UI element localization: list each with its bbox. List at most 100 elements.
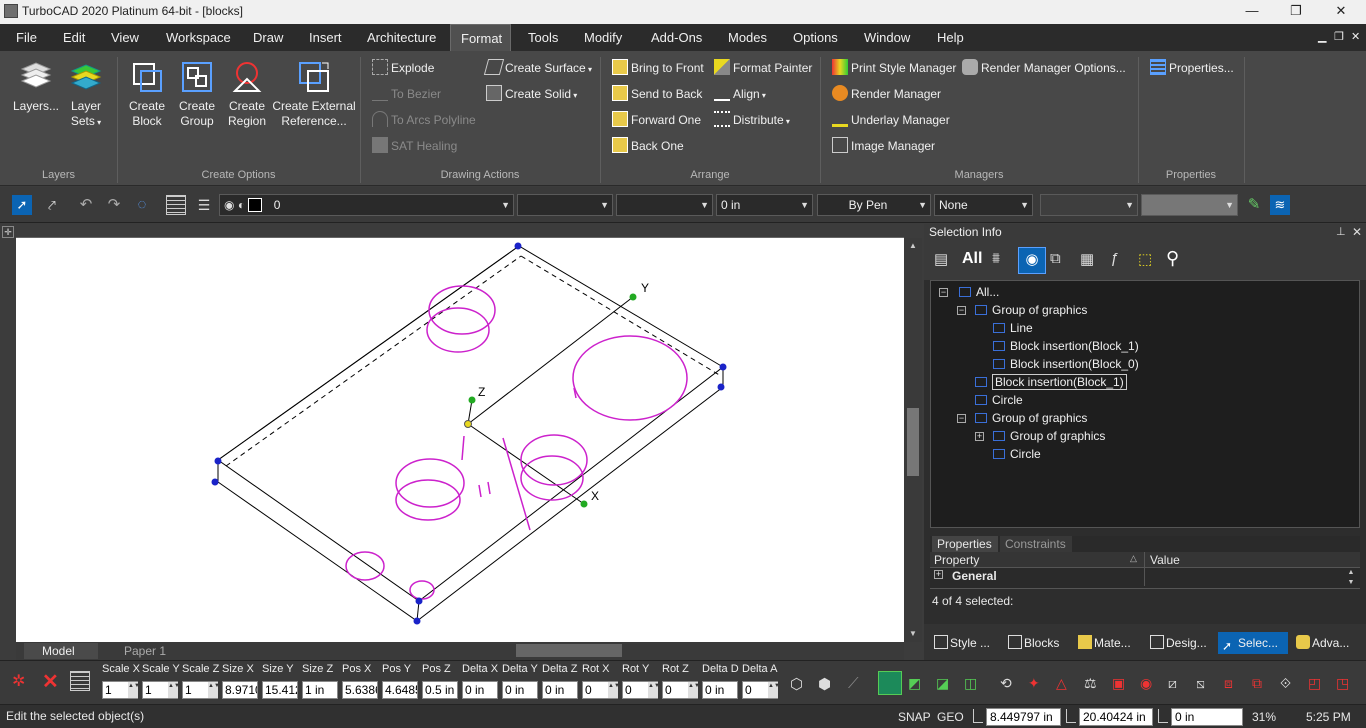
inspector-field-input[interactable]: 0 in <box>462 681 498 699</box>
constraints-tab[interactable]: Constraints <box>1000 536 1072 552</box>
pen-style-combo[interactable]: ▼ <box>616 194 713 216</box>
inspector-field-input[interactable]: 5.6386 <box>342 681 378 699</box>
ruler-corner-icon[interactable]: ✛ <box>2 226 14 238</box>
props-scroll-icon[interactable]: ▲ ▼ <box>1344 568 1358 588</box>
image-manager-button[interactable]: Image Manager <box>832 136 935 156</box>
layer-combo[interactable]: ◉ ◐ 0 ▼ <box>219 194 514 216</box>
drawing-canvas[interactable]: Y Z X <box>16 238 904 642</box>
spinner-icon[interactable]: ▲▼ <box>648 682 660 698</box>
thickness-combo[interactable]: 0 in ▼ <box>716 194 813 216</box>
model-tab[interactable]: Model <box>24 643 98 659</box>
disabled-combo-2[interactable]: ▼ <box>1141 194 1238 216</box>
scroll-thumb[interactable] <box>907 408 919 476</box>
create-surface-button[interactable]: Create Surface ▾ <box>483 58 592 78</box>
fill-combo[interactable]: None ▼ <box>934 194 1033 216</box>
menu-options[interactable]: Options <box>793 24 838 51</box>
inspector-field-input[interactable]: 1 in <box>302 681 338 699</box>
search-icon[interactable]: ⚲ <box>1166 248 1179 269</box>
selection-tab[interactable]: ➚ Selec... <box>1218 632 1288 654</box>
mdi-restore-icon[interactable]: ❐ <box>1334 24 1344 51</box>
x-axis-handle[interactable] <box>580 500 588 508</box>
menu-modify[interactable]: Modify <box>584 24 622 51</box>
cancel-icon[interactable]: ✕ <box>42 669 59 694</box>
x-coordinate[interactable]: 8.449797 in <box>986 708 1061 726</box>
close-button[interactable]: ✕ <box>1318 0 1364 24</box>
create-solid-button[interactable]: Create Solid ▾ <box>486 84 577 104</box>
menu-modes[interactable]: Modes <box>728 24 767 51</box>
tree-node-group-2[interactable]: − Group of graphics <box>957 409 1087 427</box>
magic-wand-icon[interactable]: ✲ <box>12 671 25 691</box>
filter-icon[interactable]: ⩩ <box>992 250 1014 270</box>
copy-icon[interactable]: ⧉ <box>1050 250 1061 267</box>
underlay-manager-button[interactable]: Underlay Manager <box>832 110 950 130</box>
spinner-icon[interactable]: ▲▼ <box>688 682 700 698</box>
snap-nearest-icon[interactable]: ◉ <box>1140 675 1152 692</box>
to-arcs-polyline-button[interactable]: To Arcs Polyline <box>372 110 476 130</box>
tree-node-group-1[interactable]: − Group of graphics <box>957 301 1087 319</box>
paper-tab[interactable]: Paper 1 <box>106 643 180 659</box>
create-region-button[interactable]: Create Region <box>222 59 272 129</box>
handle-front-top[interactable] <box>415 597 423 605</box>
tree-node-all[interactable]: − All... <box>939 283 999 301</box>
menu-file[interactable]: File <box>16 24 37 51</box>
inspector-field-input[interactable]: 15.412 <box>262 681 298 699</box>
table-icon[interactable]: ▦ <box>1080 250 1094 268</box>
tree-node-group-3[interactable]: + Group of graphics <box>975 427 1105 445</box>
scroll-down-icon[interactable]: ▼ <box>904 626 922 642</box>
inspector-field-input[interactable]: 8.9710 <box>222 681 258 699</box>
inspector-field-input[interactable]: 0 in <box>702 681 738 699</box>
property-column-header[interactable]: Property <box>934 552 979 568</box>
handle-left-bottom[interactable] <box>211 478 219 486</box>
layer-sets-button[interactable]: Layer Sets ▾ <box>62 59 110 130</box>
layer-stack-icon[interactable]: ☰ <box>194 195 214 215</box>
color-combo[interactable]: ▼ <box>517 194 613 216</box>
snap-vertex-icon[interactable]: ◩ <box>908 675 921 692</box>
snap-toggle[interactable]: SNAP <box>898 706 931 728</box>
value-column-header[interactable]: Value <box>1150 552 1180 568</box>
handle-front-bottom[interactable] <box>413 617 421 625</box>
inspector-field-input[interactable]: 0 in <box>542 681 578 699</box>
layers-button[interactable]: Layers... <box>12 59 60 114</box>
inspector-field-input[interactable]: 0 in <box>502 681 538 699</box>
menu-architecture[interactable]: Architecture <box>367 24 436 51</box>
menu-draw[interactable]: Draw <box>253 24 283 51</box>
minimize-button[interactable]: — <box>1229 0 1275 24</box>
snap-percent-icon[interactable]: ⧉ <box>1252 675 1262 692</box>
to-bezier-button[interactable]: To Bezier <box>372 84 441 104</box>
edit-tool-icon[interactable]: ⤤ <box>42 195 62 215</box>
blocks-tab[interactable]: Blocks <box>1004 632 1070 654</box>
z-axis-handle[interactable] <box>468 396 476 404</box>
forward-one-button[interactable]: Forward One <box>612 110 701 130</box>
layer-table-icon[interactable] <box>166 195 186 215</box>
spinner-icon[interactable]: ▲▼ <box>768 682 780 698</box>
snap-parallel-icon[interactable]: ⧄ <box>1168 675 1177 692</box>
tree-node-circle-2[interactable]: Circle <box>975 445 1041 463</box>
design-tab[interactable]: Desig... <box>1146 632 1214 654</box>
select-arrow-icon[interactable]: ➚ <box>12 195 32 215</box>
tree-node-block-insertion-0[interactable]: Block insertion(Block_0) <box>975 355 1139 373</box>
restore-button[interactable]: ❐ <box>1273 0 1319 24</box>
snap-extension-icon[interactable]: ⧅ <box>1196 675 1205 692</box>
snap-center-icon[interactable]: ◫ <box>964 675 977 692</box>
expand-general-icon[interactable]: + <box>934 570 943 579</box>
handle-top[interactable] <box>514 242 522 250</box>
snap-relative-icon[interactable]: ◳ <box>1336 675 1349 692</box>
edit-cube-icon[interactable]: ⬢ <box>818 675 831 693</box>
lock-axis-icon[interactable]: ⟋ <box>848 675 859 692</box>
disabled-combo-1[interactable]: ▼ <box>1040 194 1138 216</box>
panel-close-icon[interactable]: ✕ <box>1352 225 1362 239</box>
snap-divide-icon[interactable]: ⟐ <box>1280 675 1291 692</box>
menu-edit[interactable]: Edit <box>63 24 85 51</box>
snap-tangent-icon[interactable]: ✦ <box>1028 675 1040 692</box>
mdi-close-icon[interactable]: ✕ <box>1351 24 1360 51</box>
horizontal-scroll-thumb[interactable] <box>516 644 622 657</box>
select-settings-icon[interactable]: ▤ <box>934 250 956 270</box>
snap-midpoint-icon[interactable]: ◪ <box>936 675 949 692</box>
function-icon[interactable]: ƒ <box>1110 250 1118 267</box>
menu-format[interactable]: Format <box>450 24 511 51</box>
sat-healing-button[interactable]: SAT Healing <box>372 136 457 156</box>
y-coordinate[interactable]: 20.40424 in <box>1079 708 1153 726</box>
handle-right-top[interactable] <box>719 363 727 371</box>
tree-view-icon[interactable]: ◉ <box>1018 247 1046 274</box>
render-manager-button[interactable]: Render Manager <box>832 84 941 104</box>
